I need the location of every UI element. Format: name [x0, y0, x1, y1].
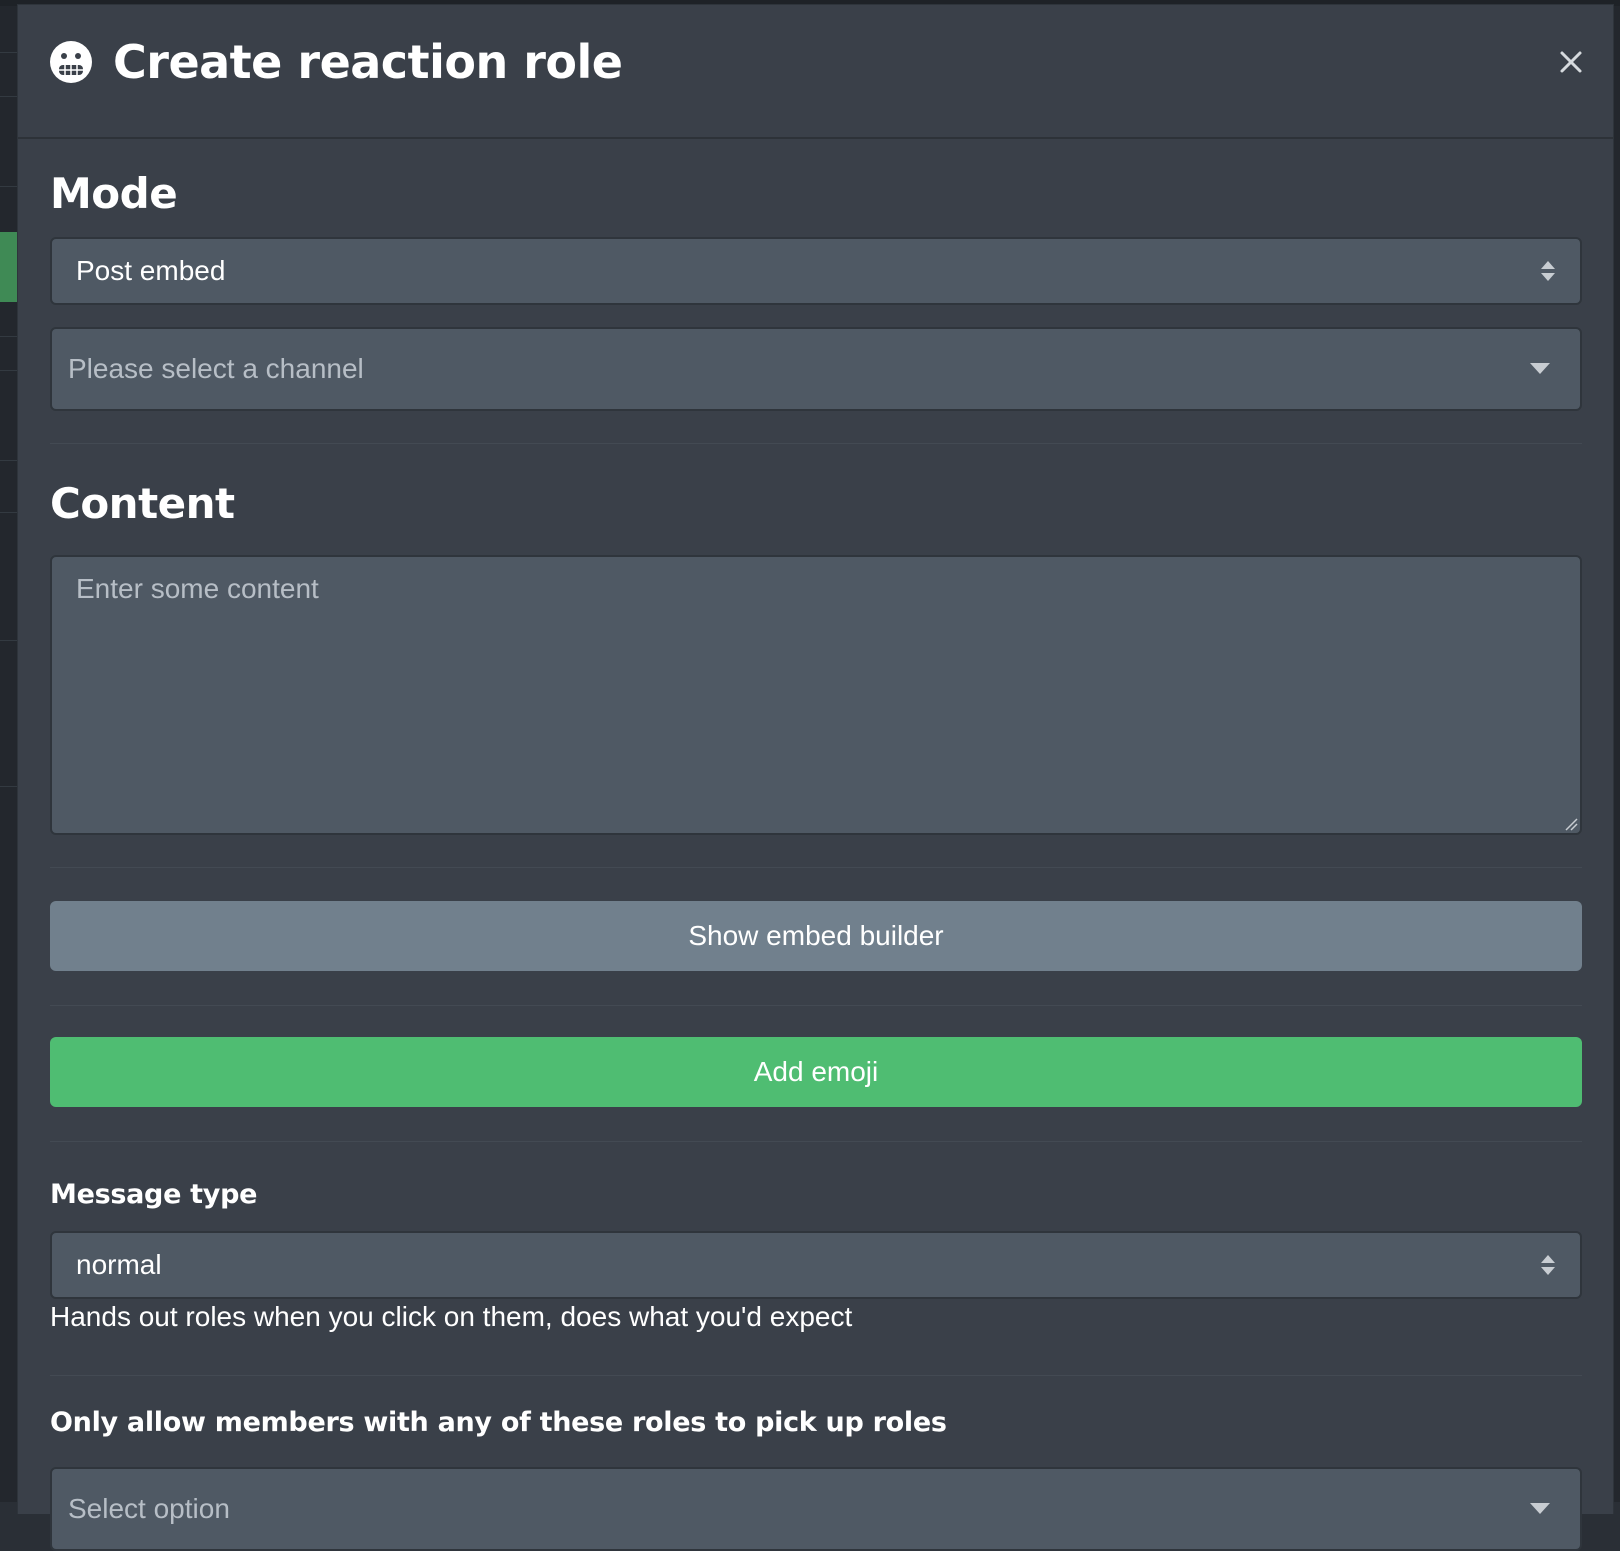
- message-type-select-value: normal: [76, 1249, 162, 1280]
- background-green-button: [0, 232, 18, 302]
- background-divider: [0, 786, 18, 787]
- add-emoji-button[interactable]: Add emoji: [50, 1037, 1582, 1107]
- section-divider: [50, 443, 1582, 444]
- background-divider: [0, 52, 18, 53]
- message-type-select[interactable]: normal: [50, 1231, 1582, 1299]
- allowed-roles-select[interactable]: Select option: [50, 1467, 1582, 1551]
- background-divider: [0, 186, 18, 187]
- section-divider: [50, 867, 1582, 868]
- mode-heading: Mode: [50, 169, 178, 218]
- modal-title: Create reaction role: [113, 35, 623, 89]
- content-textarea-placeholder: Enter some content: [76, 573, 319, 604]
- content-textarea[interactable]: Enter some content: [50, 555, 1582, 835]
- channel-select-placeholder: Please select a channel: [68, 353, 364, 384]
- allowed-roles-placeholder: Select option: [68, 1493, 230, 1524]
- close-icon[interactable]: [1557, 48, 1585, 76]
- background-divider: [0, 640, 18, 641]
- sort-updown-icon: [1541, 1255, 1555, 1275]
- background-divider: [0, 336, 18, 337]
- mode-select[interactable]: Post embed: [50, 237, 1582, 305]
- resize-grip-icon[interactable]: [1564, 817, 1578, 831]
- modal-header: Create reaction role: [18, 5, 1613, 139]
- background-divider: [0, 96, 18, 97]
- background-divider: [0, 370, 18, 371]
- background-divider: [0, 460, 18, 461]
- content-heading: Content: [50, 479, 235, 528]
- mode-select-value: Post embed: [76, 255, 226, 286]
- channel-select[interactable]: Please select a channel: [50, 327, 1582, 411]
- grimacing-face-icon: [50, 41, 92, 83]
- section-divider: [50, 1141, 1582, 1142]
- message-type-help: Hands out roles when you click on them, …: [50, 1301, 853, 1332]
- section-divider: [50, 1005, 1582, 1006]
- show-embed-builder-button[interactable]: Show embed builder: [50, 901, 1582, 971]
- message-type-heading: Message type: [50, 1179, 258, 1210]
- background-divider: [0, 512, 18, 513]
- sort-updown-icon: [1541, 261, 1555, 281]
- section-divider: [50, 1375, 1582, 1376]
- create-reaction-role-modal: Create reaction role Mode Post embed Ple…: [17, 4, 1614, 1551]
- allowed-roles-heading: Only allow members with any of these rol…: [50, 1407, 947, 1438]
- caret-down-icon: [1530, 363, 1550, 374]
- caret-down-icon: [1530, 1503, 1550, 1514]
